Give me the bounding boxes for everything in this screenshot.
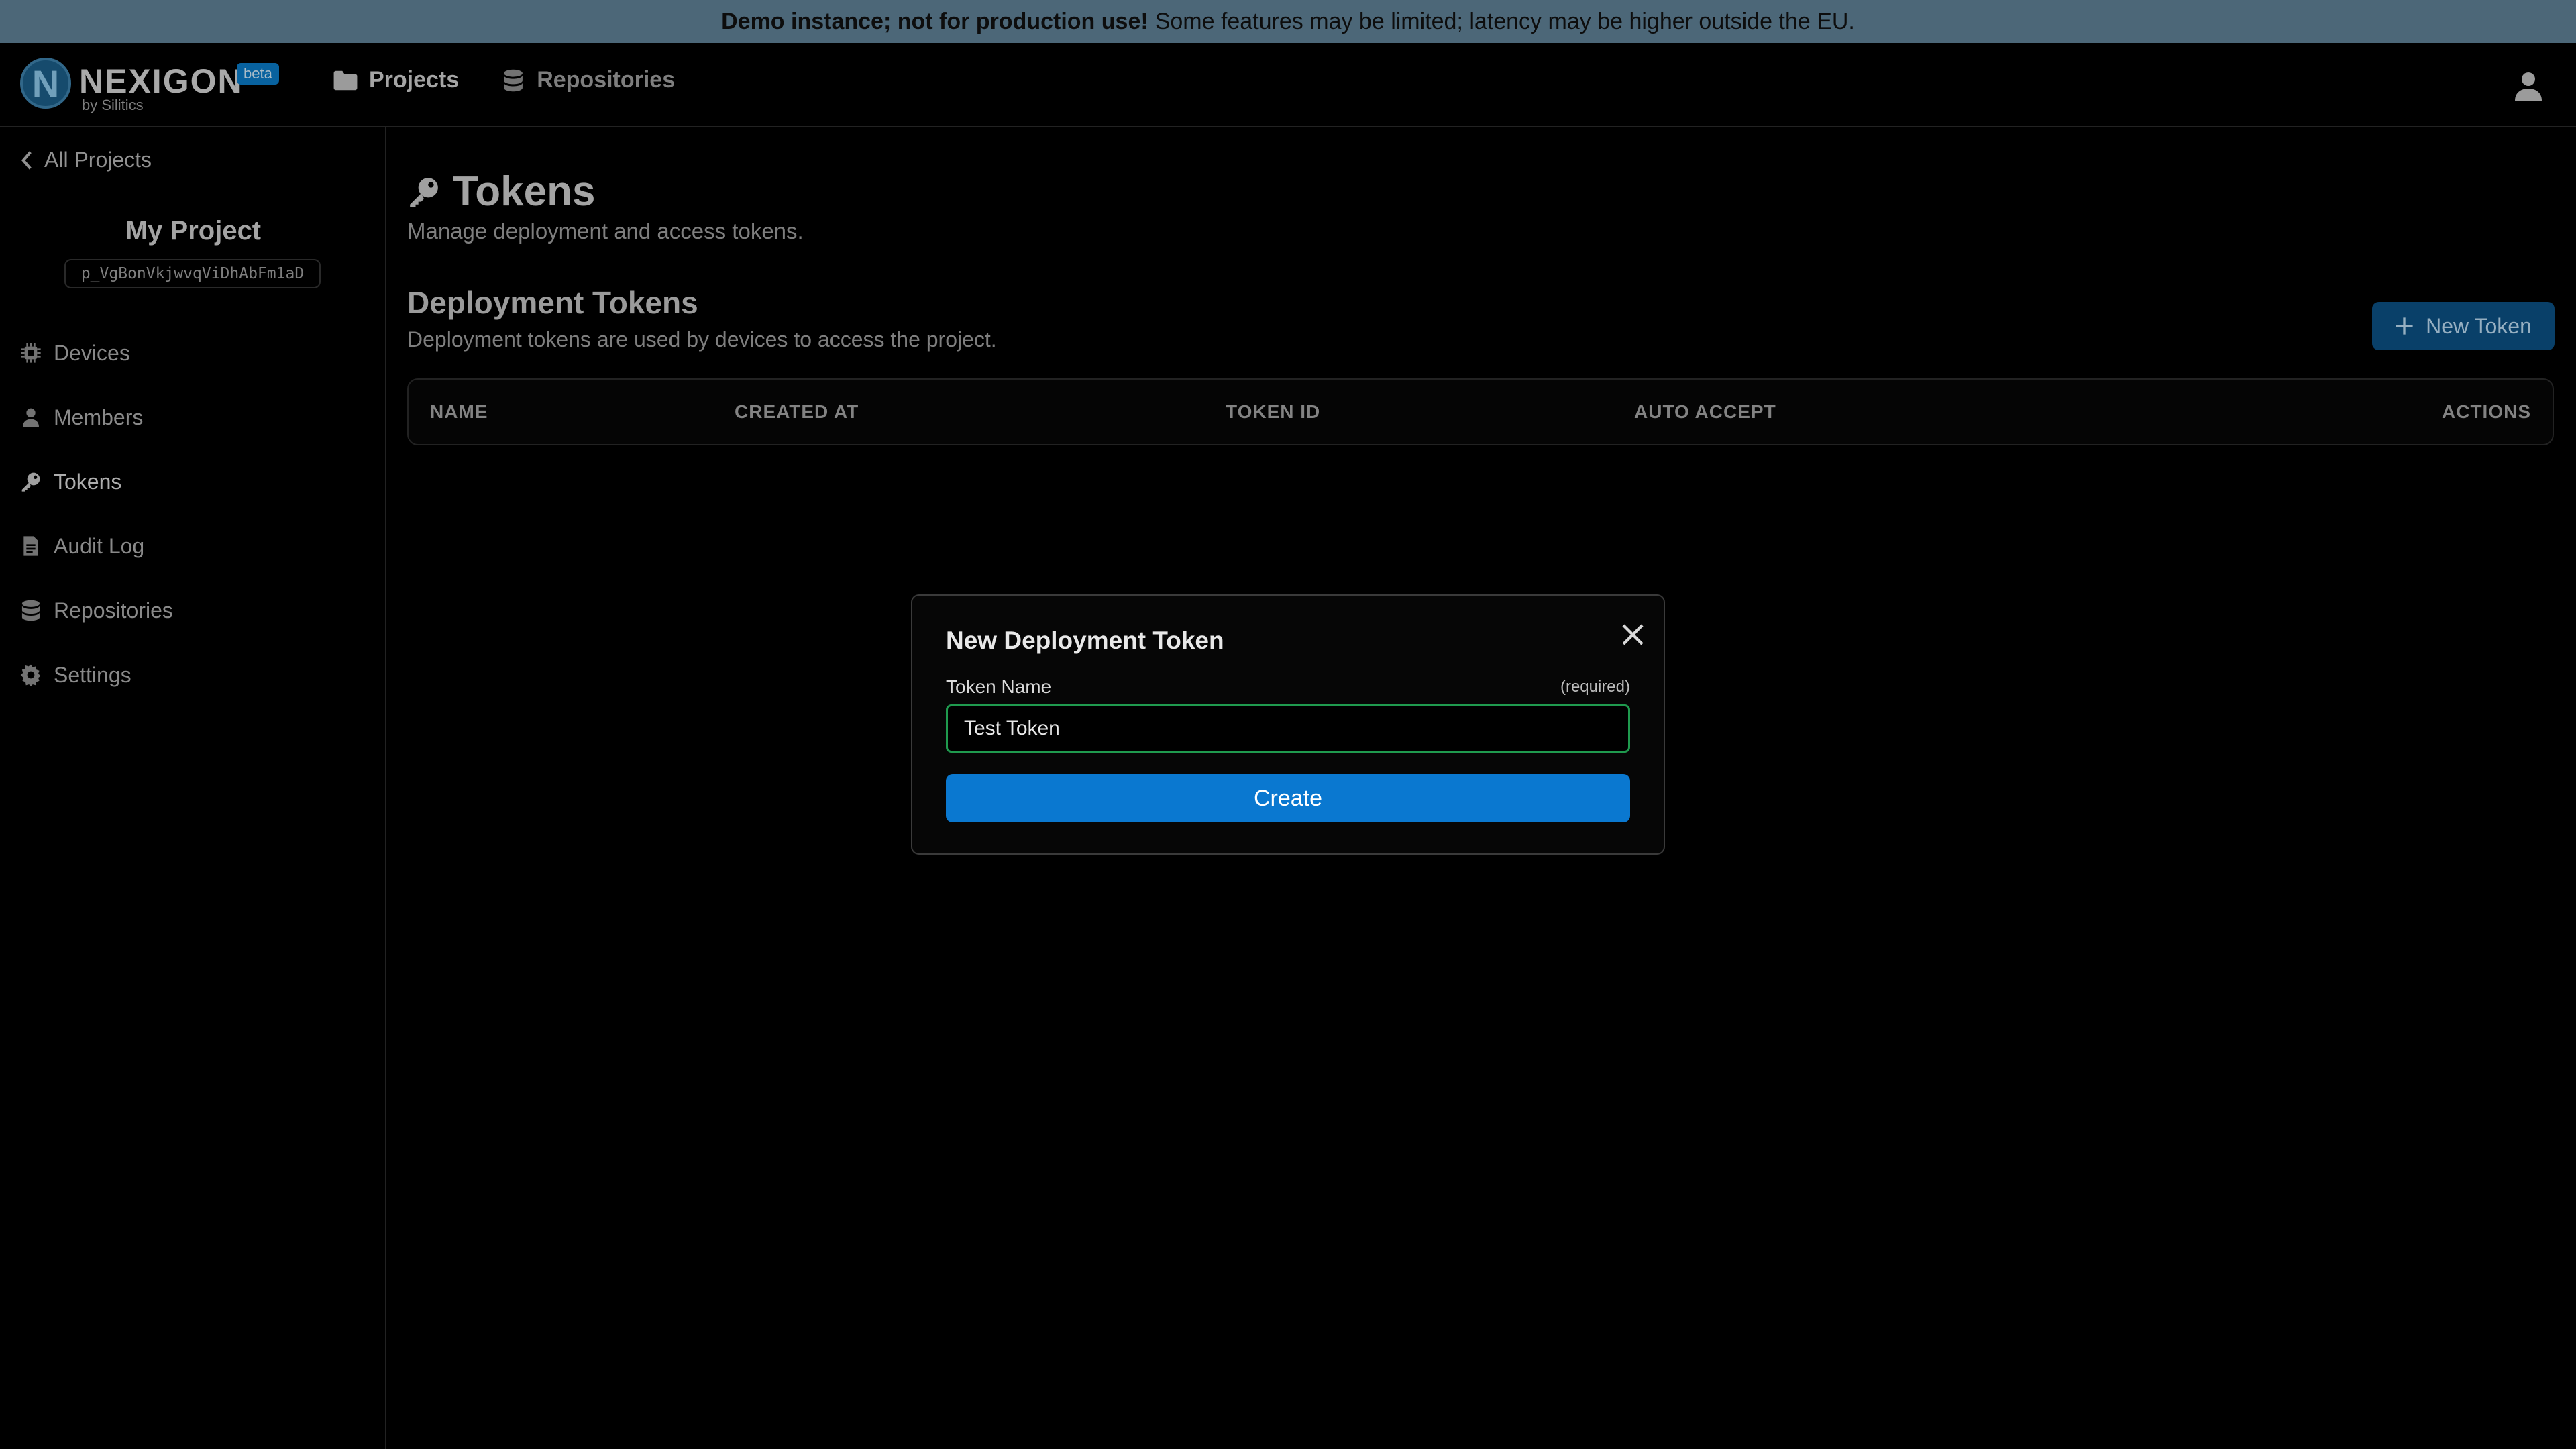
new-token-dialog: New Deployment Token Token Name (require…	[911, 594, 1665, 855]
close-icon[interactable]	[1619, 621, 1646, 648]
create-button[interactable]: Create	[946, 774, 1630, 822]
dialog-title: New Deployment Token	[946, 627, 1224, 654]
token-name-input[interactable]	[946, 704, 1630, 753]
token-name-label: Token Name	[946, 676, 1052, 697]
required-hint: (required)	[1560, 678, 1630, 696]
